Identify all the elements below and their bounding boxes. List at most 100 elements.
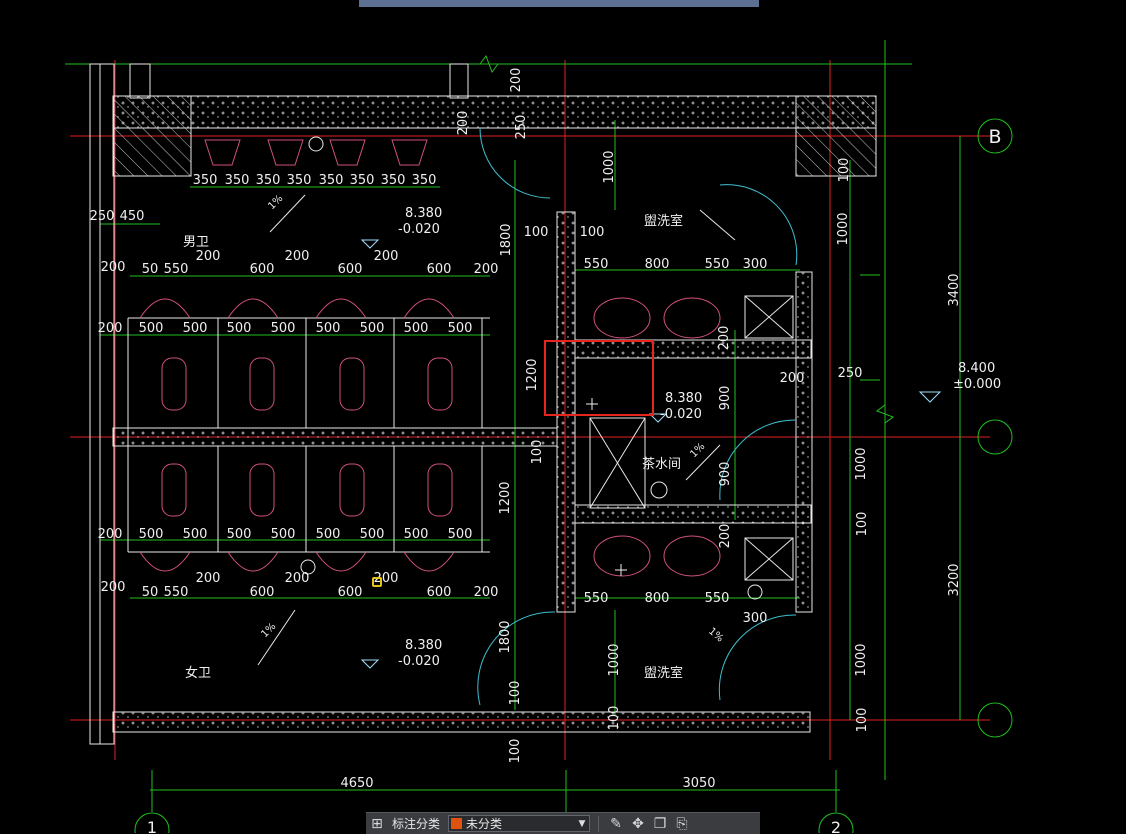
svg-text:250: 250 [514,115,529,140]
svg-text:100: 100 [855,708,870,733]
svg-text:200: 200 [98,527,123,542]
walls [89,63,877,745]
svg-text:350: 350 [256,173,281,188]
svg-text:50: 50 [142,585,159,600]
svg-text:450: 450 [120,209,145,224]
grid-label-2: 2 [831,818,841,833]
svg-text:500: 500 [448,527,473,542]
svg-text:±0.000: ±0.000 [953,377,1001,392]
room-wash-bottom: 盥洗室 [644,665,683,681]
svg-text:500: 500 [227,527,252,542]
svg-text:200: 200 [101,580,126,595]
svg-text:500: 500 [360,527,385,542]
mop-sinks [589,295,794,581]
svg-text:100: 100 [580,225,605,240]
svg-text:1000: 1000 [854,643,869,676]
svg-text:500: 500 [139,321,164,336]
svg-text:4650: 4650 [340,776,373,791]
svg-text:350: 350 [193,173,218,188]
svg-text:200: 200 [509,68,524,93]
svg-text:350: 350 [319,173,344,188]
svg-text:550: 550 [164,262,189,277]
svg-text:200: 200 [101,260,126,275]
svg-text:3050: 3050 [682,776,715,791]
svg-text:50: 50 [142,262,159,277]
svg-text:200: 200 [196,571,221,586]
svg-text:600: 600 [427,262,452,277]
svg-text:1%: 1% [706,626,725,645]
svg-text:100: 100 [607,706,622,731]
svg-text:1%: 1% [259,621,278,640]
svg-text:550: 550 [164,585,189,600]
svg-text:100: 100 [508,739,523,764]
svg-text:350: 350 [225,173,250,188]
svg-text:200: 200 [474,585,499,600]
annotation-toolbar: ⊞ 标注分类 未分类 ▼ ✎ ✥ ❐ ⎘ [366,812,760,834]
svg-text:350: 350 [412,173,437,188]
svg-text:8.380: 8.380 [405,206,442,221]
svg-text:200: 200 [374,249,399,264]
svg-text:600: 600 [250,262,275,277]
svg-text:350: 350 [287,173,312,188]
svg-text:-0.020: -0.020 [660,407,702,422]
svg-text:500: 500 [139,527,164,542]
svg-text:200: 200 [718,524,733,549]
svg-text:500: 500 [183,321,208,336]
svg-text:500: 500 [404,321,429,336]
svg-text:1200: 1200 [525,358,540,391]
svg-text:200: 200 [285,571,310,586]
svg-text:350: 350 [350,173,375,188]
room-male-wc: 男卫 [183,235,209,250]
svg-text:1%: 1% [266,193,285,212]
svg-text:500: 500 [448,321,473,336]
cad-drawing-canvas[interactable]: B 1 2 男卫 女卫 盥洗室 盥洗室 茶水间 8.380 -0.020 8.3… [0,0,1126,833]
svg-text:550: 550 [705,591,730,606]
room-female-wc: 女卫 [185,665,211,681]
svg-text:350: 350 [381,173,406,188]
copy-icon[interactable]: ❐ [649,814,671,834]
paste-icon[interactable]: ⎘ [671,814,693,834]
svg-text:500: 500 [271,527,296,542]
category-select[interactable]: 未分类 ▼ [448,815,591,832]
svg-text:1%: 1% [688,441,707,460]
svg-text:250: 250 [90,209,115,224]
selection-box[interactable] [544,340,654,416]
svg-text:550: 550 [584,257,609,272]
svg-text:900: 900 [718,386,733,411]
chevron-down-icon: ▼ [578,818,586,829]
svg-text:550: 550 [705,257,730,272]
svg-text:1800: 1800 [498,620,513,653]
svg-text:500: 500 [227,321,252,336]
svg-text:900: 900 [718,462,733,487]
svg-text:100: 100 [508,681,523,706]
grid-icon[interactable]: ⊞ [366,814,388,834]
svg-text:1000: 1000 [854,447,869,480]
urinals [204,139,428,166]
svg-text:1800: 1800 [499,223,514,256]
grip-marker[interactable] [372,577,382,587]
svg-text:1000: 1000 [607,643,622,676]
svg-text:500: 500 [271,321,296,336]
room-tea: 茶水间 [642,456,681,472]
svg-text:200: 200 [780,371,805,386]
category-swatch [451,818,463,829]
svg-text:500: 500 [183,527,208,542]
grid-label-b: B [988,126,1001,148]
svg-text:800: 800 [645,257,670,272]
edit-icon[interactable]: ✎ [605,814,627,834]
svg-text:200: 200 [717,326,732,351]
svg-text:-0.020: -0.020 [398,654,440,669]
svg-text:600: 600 [250,585,275,600]
category-value: 未分类 [466,817,503,831]
move-icon[interactable]: ✥ [627,814,649,834]
svg-text:600: 600 [338,262,363,277]
svg-text:8.380: 8.380 [405,638,442,653]
svg-text:500: 500 [404,527,429,542]
svg-text:800: 800 [645,591,670,606]
grid-label-1: 1 [147,818,157,833]
svg-text:3400: 3400 [947,273,962,306]
svg-text:100: 100 [530,440,545,465]
svg-text:500: 500 [316,321,341,336]
svg-text:300: 300 [743,257,768,272]
svg-text:250: 250 [838,366,863,381]
